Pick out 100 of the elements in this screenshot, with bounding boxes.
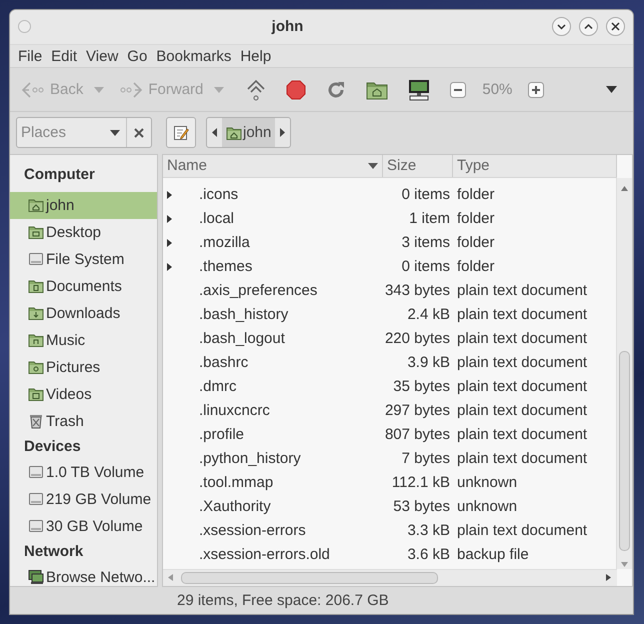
- expander-icon[interactable]: [167, 190, 172, 199]
- file-size: 112.1 kB: [390, 474, 451, 492]
- sidebar-heading: Network: [23, 542, 84, 562]
- reload-button[interactable]: [326, 80, 346, 100]
- zoom-out-button[interactable]: [450, 82, 466, 98]
- pencil-paper-icon: [173, 124, 189, 141]
- sidebar-item[interactable]: 219 GB Volume: [10, 486, 157, 513]
- places-combo[interactable]: Places: [16, 117, 152, 148]
- menu-item[interactable]: View: [83, 48, 124, 65]
- path-button[interactable]: john: [222, 118, 276, 148]
- file-size: 343 bytes: [384, 282, 451, 300]
- sidebar-item[interactable]: File System: [10, 246, 157, 273]
- file-size: 35 bytes: [392, 378, 451, 396]
- maximize-icon: [584, 22, 593, 32]
- zoom-level: 50%: [482, 81, 512, 98]
- downloads-folder-icon: [28, 305, 44, 322]
- menu-item[interactable]: Bookmarks: [153, 48, 238, 65]
- window-title: john: [270, 18, 304, 36]
- minimize-button[interactable]: [552, 17, 571, 36]
- sidebar-item[interactable]: 1.0 TB Volume: [10, 458, 157, 486]
- maximize-button[interactable]: [579, 17, 598, 36]
- zoom-in-icon: [528, 82, 544, 98]
- pictures-folder-icon: [28, 359, 44, 376]
- horizontal-scrollbar[interactable]: [163, 568, 617, 586]
- file-size: 3.9 kB: [406, 354, 451, 372]
- file-name: .python_history: [199, 450, 301, 468]
- file-type: plain text document: [456, 522, 588, 540]
- caret-left-icon: [212, 128, 217, 138]
- sidebar-item[interactable]: Pictures: [10, 354, 157, 381]
- file-name: .bash_logout: [199, 330, 285, 348]
- caret-down-icon: [94, 86, 104, 93]
- file-name: .dmrc: [199, 378, 236, 396]
- close-button[interactable]: [606, 17, 625, 36]
- sidebar-item[interactable]: Videos: [10, 380, 157, 408]
- file-type: unknown: [456, 498, 518, 516]
- scroll-thumb[interactable]: [619, 350, 630, 551]
- scroll-up-icon: [621, 186, 628, 191]
- file-type: plain text document: [456, 330, 588, 348]
- menu-item[interactable]: Edit: [48, 48, 84, 65]
- column-header[interactable]: Name: [163, 154, 383, 177]
- scroll-thumb[interactable]: [181, 572, 438, 584]
- close-icon: [611, 22, 620, 32]
- sidebar-item[interactable]: 30 GB Volume: [10, 512, 157, 540]
- file-size: 807 bytes: [384, 426, 451, 444]
- column-header[interactable]: Size: [383, 154, 453, 177]
- sidebar-item[interactable]: Desktop: [10, 218, 157, 246]
- drive-icon: [28, 464, 44, 480]
- videos-folder-icon: [28, 386, 44, 402]
- file-name: .themes: [199, 258, 252, 276]
- music-folder-icon: [28, 332, 44, 348]
- expander-icon[interactable]: [167, 262, 172, 271]
- file-size: 53 bytes: [392, 498, 451, 516]
- scroll-right-icon: [606, 574, 611, 582]
- vertical-scrollbar[interactable]: [616, 178, 632, 569]
- drive-icon: [28, 251, 44, 268]
- sidebar-item[interactable]: Documents: [10, 272, 157, 300]
- home-button[interactable]: [366, 80, 388, 100]
- sidebar-item[interactable]: Music: [10, 326, 157, 354]
- documents-folder-icon: [28, 278, 44, 294]
- home-folder-icon: [28, 197, 44, 214]
- file-size: 3 items: [400, 234, 451, 252]
- sidebar-item[interactable]: john: [10, 192, 157, 219]
- menu-item[interactable]: File: [15, 48, 48, 65]
- file-type: plain text document: [456, 378, 588, 396]
- sidebar-item[interactable]: Downloads: [10, 300, 157, 327]
- expander-icon[interactable]: [167, 238, 172, 247]
- file-size: 0 items: [400, 186, 451, 204]
- edit-location-button[interactable]: [166, 117, 196, 148]
- file-size: 1 item: [408, 210, 451, 228]
- file-size: 7 bytes: [400, 450, 451, 468]
- menu-item[interactable]: Help: [237, 48, 278, 65]
- file-name: .xsession-errors.old: [199, 546, 330, 564]
- caret-down-icon: [110, 130, 120, 136]
- expander-icon[interactable]: [167, 214, 172, 223]
- up-arrow-icon: [246, 78, 266, 101]
- up-button[interactable]: [246, 78, 266, 101]
- file-size: 3.3 kB: [406, 522, 451, 540]
- stop-button[interactable]: [286, 80, 306, 100]
- menu-item[interactable]: Go: [124, 48, 154, 65]
- file-type: plain text document: [456, 450, 588, 468]
- sidebar-item[interactable]: Browse Netwo...: [10, 564, 157, 586]
- file-name: .xsession-errors: [199, 522, 306, 540]
- file-type: plain text document: [456, 402, 588, 420]
- file-type: plain text document: [456, 306, 588, 324]
- file-name: .icons: [199, 186, 238, 204]
- sidebar-item[interactable]: Trash: [10, 408, 157, 435]
- zoom-in-button[interactable]: [528, 82, 544, 98]
- file-size: 2.4 kB: [406, 306, 451, 324]
- computer-button[interactable]: [408, 78, 430, 101]
- caret-right-icon: [280, 128, 286, 138]
- network-icon: [28, 569, 44, 586]
- reload-icon: [326, 80, 346, 100]
- places-field[interactable]: Places: [17, 118, 104, 148]
- stop-icon: [286, 80, 306, 100]
- overflow-button[interactable]: [606, 86, 617, 94]
- column-header[interactable]: Type: [453, 154, 617, 177]
- file-name: .bash_history: [199, 306, 288, 324]
- drive-icon: [28, 491, 44, 508]
- scroll-left-icon: [168, 574, 173, 582]
- minimize-icon: [557, 22, 566, 32]
